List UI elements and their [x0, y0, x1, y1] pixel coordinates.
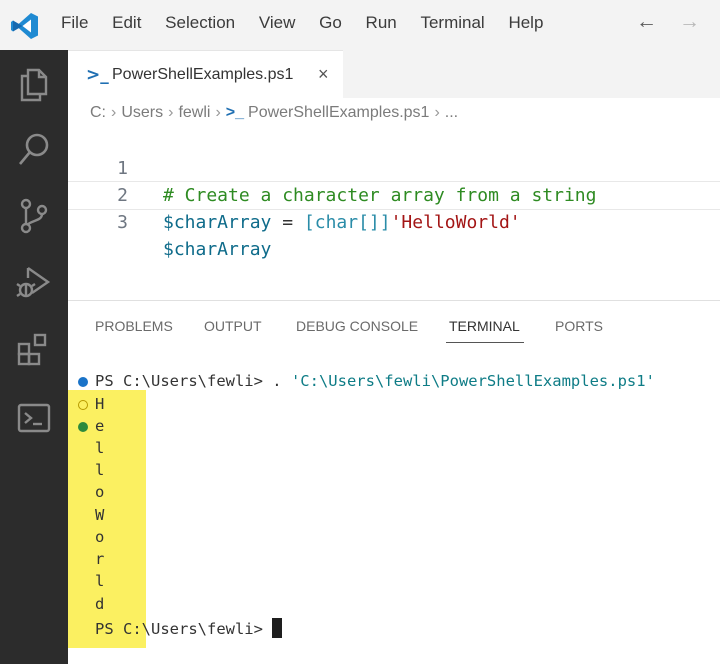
- menu-file[interactable]: File: [61, 13, 88, 33]
- terminal-prompt: PS C:\Users\fewli>: [95, 620, 273, 638]
- close-icon[interactable]: ×: [318, 64, 329, 85]
- code-type: [char[]]: [303, 212, 391, 233]
- terminal-prompt: PS C:\Users\fewli> .: [95, 372, 291, 390]
- terminal-output-line: o: [95, 483, 105, 501]
- menu-terminal[interactable]: Terminal: [420, 13, 484, 33]
- code-line-1[interactable]: 1 # Create a character array from a stri…: [68, 128, 720, 206]
- line-number: 3: [117, 212, 128, 233]
- breadcrumb-drive[interactable]: C:: [90, 104, 106, 121]
- menu-selection[interactable]: Selection: [165, 13, 235, 33]
- code-statement: $charArray = [char[]]'HelloWorld': [163, 209, 521, 236]
- terminal-command-path: 'C:\Users\fewli\PowerShellExamples.ps1': [290, 372, 655, 390]
- terminal-icon[interactable]: [14, 398, 54, 438]
- chevron-right-icon: ›: [168, 104, 174, 121]
- terminal-output-line: l: [95, 461, 105, 479]
- code-operator: =: [271, 212, 304, 233]
- powershell-file-icon: >_: [86, 65, 109, 85]
- navigation-arrows: ← →: [614, 10, 700, 34]
- breadcrumb-fewli[interactable]: fewli: [178, 104, 210, 121]
- terminal-cursor: [272, 618, 283, 638]
- terminal-command-line: PS C:\Users\fewli> . 'C:\Users\fewli\Pow…: [95, 372, 655, 390]
- menu-help[interactable]: Help: [508, 13, 543, 33]
- activity-bar: [0, 50, 68, 664]
- code-variable: $charArray: [163, 212, 272, 233]
- explorer-icon[interactable]: [14, 64, 54, 104]
- code-editor[interactable]: 1 # Create a character array from a stri…: [68, 128, 720, 298]
- chevron-right-icon: ›: [434, 104, 440, 121]
- terminal-output-line: W: [95, 506, 105, 524]
- menu-view[interactable]: View: [259, 13, 296, 33]
- tab-output[interactable]: OUTPUT: [204, 318, 262, 334]
- terminal-output-line: e: [95, 417, 105, 435]
- source-control-icon[interactable]: [14, 196, 54, 236]
- tab-label: PowerShellExamples.ps1: [112, 66, 294, 83]
- menu-run[interactable]: Run: [366, 13, 397, 33]
- tab-problems[interactable]: PROBLEMS: [95, 318, 173, 334]
- chevron-right-icon: ›: [215, 104, 221, 121]
- terminal[interactable]: PS C:\Users\fewli> . 'C:\Users\fewli\Pow…: [68, 368, 720, 664]
- chevron-right-icon: ›: [111, 104, 117, 121]
- terminal-prompt-line[interactable]: PS C:\Users\fewli>: [95, 618, 283, 638]
- menu-go[interactable]: Go: [319, 13, 342, 33]
- panel-divider: [68, 300, 720, 301]
- title-bar: File Edit Selection View Go Run Terminal…: [0, 0, 720, 50]
- tab-terminal[interactable]: TERMINAL: [449, 318, 520, 334]
- code-variable: $charArray: [163, 239, 272, 260]
- terminal-output-line: d: [95, 595, 105, 613]
- arrow-right-icon[interactable]: →: [679, 10, 700, 33]
- tab-ports[interactable]: PORTS: [555, 318, 603, 334]
- search-icon[interactable]: [14, 130, 54, 170]
- active-tab-indicator: [446, 342, 524, 343]
- code-string: 'HelloWorld': [390, 212, 521, 233]
- command-decoration-icon[interactable]: [78, 422, 88, 432]
- vscode-logo-icon[interactable]: [10, 11, 40, 41]
- menu-edit[interactable]: Edit: [112, 13, 141, 33]
- code-line-2[interactable]: 2 $charArray = [char[]]'HelloWorld': [68, 155, 720, 233]
- breadcrumb-users[interactable]: Users: [121, 104, 163, 121]
- terminal-output-line: H: [95, 395, 105, 413]
- command-decoration-icon[interactable]: [78, 377, 88, 387]
- powershell-file-icon: >_: [225, 104, 245, 121]
- arrow-left-icon[interactable]: ←: [636, 10, 657, 33]
- code-line-3[interactable]: 3 $charArray: [68, 181, 720, 260]
- terminal-output-line: r: [95, 550, 105, 568]
- breadcrumb-file[interactable]: PowerShellExamples.ps1: [248, 104, 429, 121]
- run-debug-icon[interactable]: [14, 262, 54, 302]
- breadcrumb: C: › Users › fewli › >_ PowerShellExamples.ps1 ›…: [90, 104, 458, 122]
- tab-powershell-examples[interactable]: >_ PowerShellExamples.ps1 ×: [68, 50, 343, 99]
- terminal-output-line: l: [95, 439, 105, 457]
- menu-bar: File Edit Selection View Go Run Terminal…: [61, 13, 562, 33]
- extensions-icon[interactable]: [14, 330, 54, 370]
- terminal-output-line: l: [95, 572, 105, 590]
- tab-debug-console[interactable]: DEBUG CONSOLE: [296, 318, 418, 334]
- terminal-output-line: o: [95, 528, 105, 546]
- command-decoration-icon[interactable]: [78, 400, 88, 410]
- editor-tabs: >_ PowerShellExamples.ps1 ×: [68, 50, 720, 99]
- breadcrumb-ellipsis[interactable]: ...: [445, 104, 458, 121]
